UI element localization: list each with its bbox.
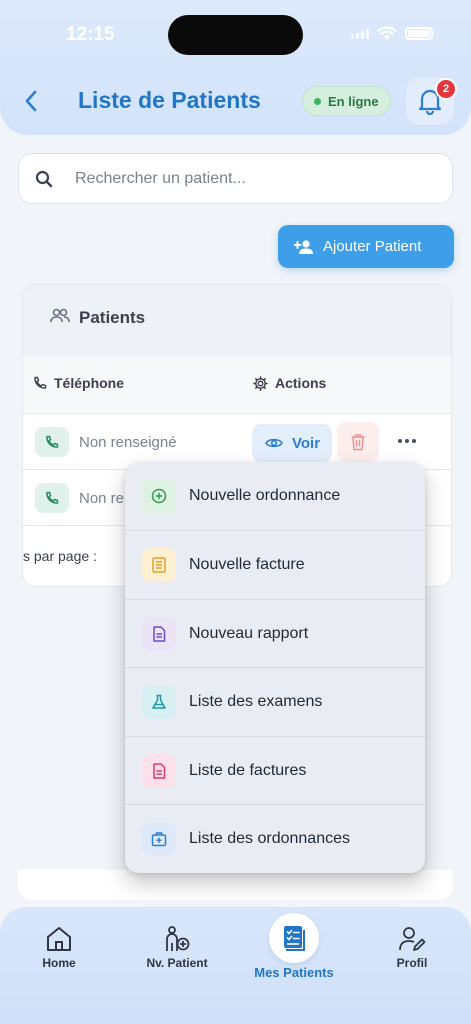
nav-label-new-patient: Nv. Patient [146, 956, 208, 970]
phone-icon [46, 491, 59, 504]
card-header: Patients [23, 285, 451, 355]
nav-item-profile[interactable]: Profil [389, 925, 435, 970]
table-header-row: Téléphone Actions [23, 355, 451, 414]
online-status-badge: En ligne [302, 86, 391, 116]
add-patient-button[interactable]: Ajouter Patient [278, 225, 454, 268]
more-options-button[interactable] [396, 426, 418, 456]
app-header: 12:15 Liste de Patients En ligne 2 [0, 0, 471, 135]
flask-icon [142, 685, 176, 719]
nav-label-my-patients: Mes Patients [254, 965, 334, 980]
invoice-icon [142, 548, 176, 582]
menu-item-label: Liste des ordonnances [189, 829, 350, 847]
bottom-navigation: Home Nv. Patient Mes Patients Profil [0, 907, 471, 1024]
patient-actions-menu: Nouvelle ordonnance Nouvelle facture Nou… [125, 462, 425, 873]
trash-icon [351, 434, 365, 451]
menu-item-label: Nouveau rapport [189, 624, 309, 642]
search-icon [35, 170, 53, 188]
phone-icon [34, 376, 47, 389]
eye-icon [265, 438, 283, 448]
online-dot [314, 97, 321, 105]
menu-item-new-invoice[interactable]: Nouvelle facture [125, 530, 425, 598]
chevron-left-icon [25, 90, 37, 112]
person-add-icon [294, 239, 313, 254]
delete-button[interactable] [337, 422, 379, 462]
signal-icon [351, 28, 369, 39]
phone-chip [35, 483, 69, 513]
nav-label-profile: Profil [396, 956, 428, 970]
add-patient-label: Ajouter Patient [323, 238, 422, 255]
notification-count-badge: 2 [435, 78, 457, 100]
nav-item-home[interactable]: Home [36, 925, 82, 970]
status-time: 12:15 [66, 24, 115, 45]
card-footer-bg [18, 870, 453, 900]
battery-icon [405, 27, 433, 40]
column-label-phone: Téléphone [54, 375, 125, 391]
document-list-icon [142, 754, 176, 788]
nav-active-indicator [269, 913, 319, 963]
menu-item-label: Nouvelle facture [189, 555, 305, 573]
menu-item-new-prescription[interactable]: Nouvelle ordonnance [125, 462, 425, 530]
card-title: Patients [79, 308, 146, 327]
menu-item-label: Liste des examens [189, 692, 323, 710]
search-bar [18, 153, 453, 204]
add-patient-icon [166, 926, 190, 951]
menu-item-invoice-list[interactable]: Liste de factures [125, 736, 425, 804]
column-header-phone[interactable]: Téléphone [33, 375, 124, 391]
wifi-icon [377, 26, 397, 40]
menu-item-label: Nouvelle ordonnance [189, 487, 341, 504]
view-button-label: Voir [292, 434, 321, 452]
patient-list-icon [284, 926, 305, 951]
nav-item-new-patient[interactable]: Nv. Patient [139, 925, 215, 970]
rows-per-page-label: s par page : [23, 548, 97, 564]
gear-icon [253, 375, 268, 391]
home-icon [47, 927, 71, 951]
medical-bag-icon [142, 822, 176, 856]
menu-item-prescription-list[interactable]: Liste des ordonnances [125, 804, 425, 872]
nav-item-my-patients[interactable]: Mes Patients [247, 913, 341, 980]
plus-circle-icon [142, 479, 176, 513]
nav-label-home: Home [42, 956, 76, 970]
users-icon [50, 308, 70, 323]
status-icons [351, 26, 433, 41]
phone-icon [46, 435, 59, 448]
menu-item-label: Liste de factures [189, 761, 307, 779]
phone-value: Non re [79, 490, 125, 507]
online-status-label: En ligne [328, 93, 379, 109]
column-label-actions: Actions [275, 375, 327, 391]
view-button[interactable]: Voir [252, 424, 332, 462]
search-input[interactable] [75, 164, 435, 194]
profile-icon [399, 927, 426, 951]
dynamic-island [168, 15, 303, 55]
menu-item-exam-list[interactable]: Liste des examens [125, 667, 425, 735]
phone-chip [35, 427, 69, 457]
phone-value: Non renseigné [79, 434, 177, 451]
back-button[interactable] [20, 88, 44, 114]
menu-item-new-report[interactable]: Nouveau rapport [125, 599, 425, 667]
column-header-actions: Actions [253, 375, 326, 391]
page-title: Liste de Patients [78, 87, 261, 113]
report-icon [142, 617, 176, 651]
